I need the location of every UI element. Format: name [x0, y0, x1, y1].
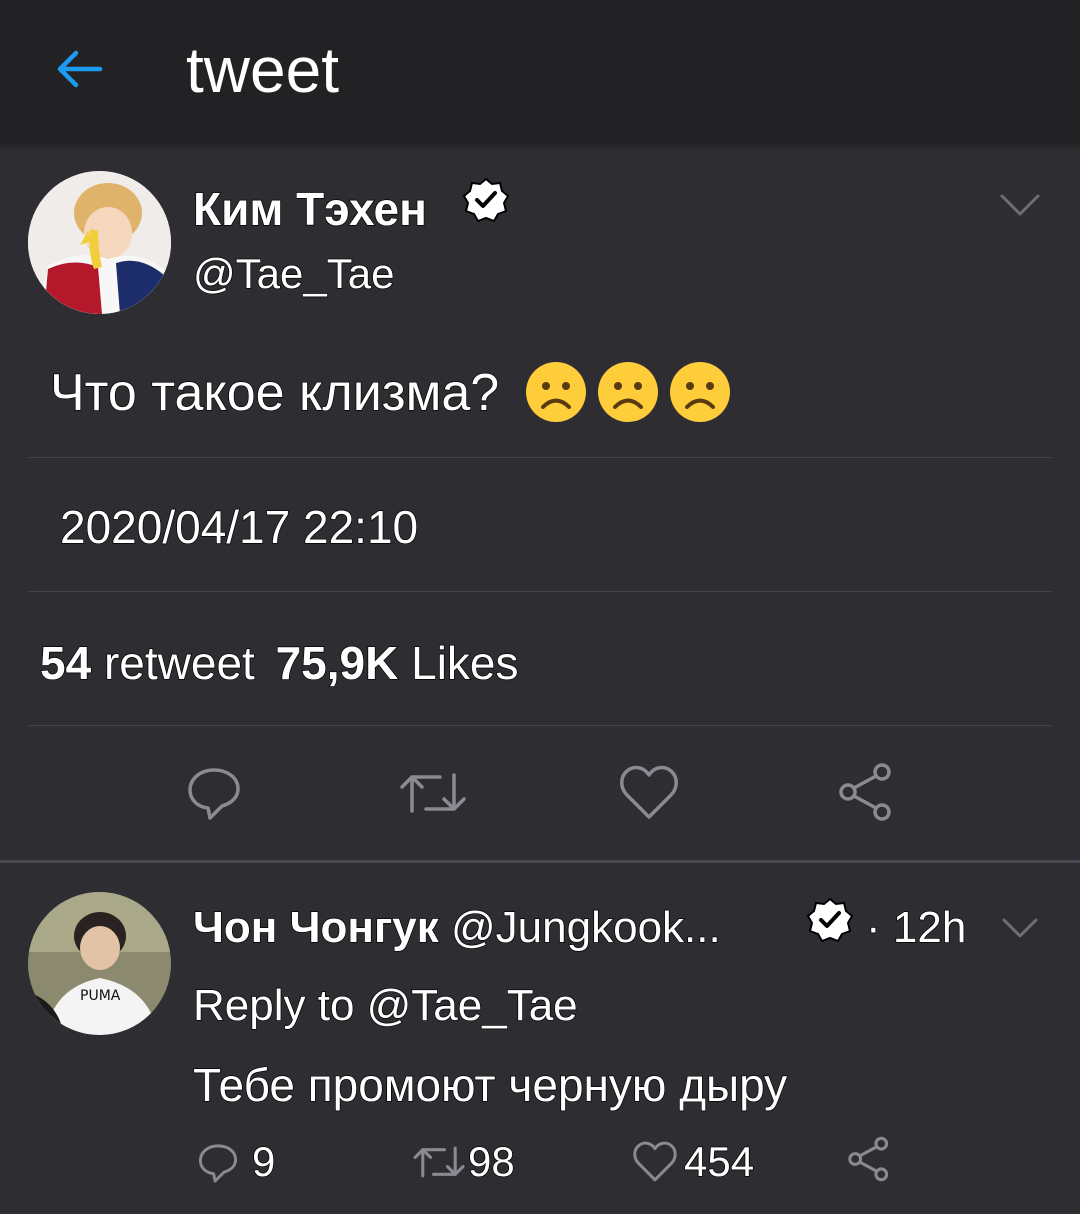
top-bar: tweet	[0, 0, 1080, 142]
reply-to[interactable]: Reply to @Tae_Tae	[192, 980, 578, 1032]
back-button[interactable]	[50, 45, 106, 93]
heart-icon	[620, 765, 678, 819]
tweet-timestamp: 2020/04/17 22:10	[59, 500, 419, 553]
retweet-icon	[413, 1146, 465, 1178]
reply-count: 9	[251, 1137, 276, 1185]
share-icon	[839, 763, 891, 821]
likes-count[interactable]: 75,9K	[275, 636, 399, 689]
reply-button[interactable]	[184, 762, 244, 822]
section-divider	[0, 860, 1080, 863]
tweet-text-content: Что такое клизма?	[49, 363, 500, 422]
reply-like-button[interactable]: 454	[632, 1137, 772, 1186]
likes-label: Likes	[410, 636, 519, 689]
page-title: tweet	[186, 34, 339, 106]
reply-reply-button[interactable]: 9	[196, 1137, 296, 1186]
arrow-left-icon	[57, 50, 103, 88]
reply-icon	[188, 768, 240, 820]
reply-avatar[interactable]: PUMA	[28, 892, 171, 1035]
tweet-text: Что такое клизма?	[49, 360, 732, 424]
reply-time-group: · 12h	[865, 902, 967, 954]
author-handle: @Tae_Tae	[192, 249, 395, 297]
retweet-icon	[400, 773, 466, 813]
reply-author-name[interactable]: Чон Чонгук	[192, 902, 439, 952]
verified-badge-icon	[806, 897, 854, 943]
chevron-down-icon[interactable]	[1000, 914, 1040, 942]
reply-like-count: 454	[683, 1137, 755, 1185]
author-name[interactable]: Ким Тэхен	[192, 182, 427, 236]
reply-header: Чон Чонгук @Jungkook...	[192, 902, 721, 954]
share-button[interactable]	[836, 762, 896, 822]
reply-text: Тебе промоют черную дыру	[192, 1058, 788, 1111]
share-icon	[848, 1136, 889, 1182]
divider	[28, 591, 1052, 592]
retweet-button[interactable]	[398, 765, 468, 821]
reply-time: 12h	[892, 902, 967, 952]
sad-emoji-icon	[668, 360, 732, 424]
retweet-label: retweet	[103, 636, 255, 689]
reply-retweet-count: 98	[467, 1137, 515, 1185]
reply-share-button[interactable]	[846, 1136, 892, 1184]
svg-text:PUMA: PUMA	[80, 988, 121, 1004]
like-button[interactable]	[618, 765, 680, 821]
divider	[28, 457, 1052, 458]
separator-dot: ·	[865, 902, 881, 952]
sad-emoji-icon	[596, 360, 660, 424]
tweet-stats: 54 retweet 75,9K Likes	[39, 636, 519, 690]
reply-author-handle: @Jungkook...	[450, 902, 721, 952]
divider	[28, 725, 1052, 726]
reply-retweet-button[interactable]: 98	[412, 1137, 542, 1186]
avatar[interactable]	[28, 171, 171, 314]
heart-icon	[633, 1141, 677, 1182]
chevron-down-icon[interactable]	[998, 190, 1042, 220]
reply-icon	[198, 1144, 238, 1183]
verified-badge-icon	[462, 177, 510, 223]
retweet-count[interactable]: 54	[39, 636, 92, 689]
sad-emoji-icon	[524, 360, 588, 424]
